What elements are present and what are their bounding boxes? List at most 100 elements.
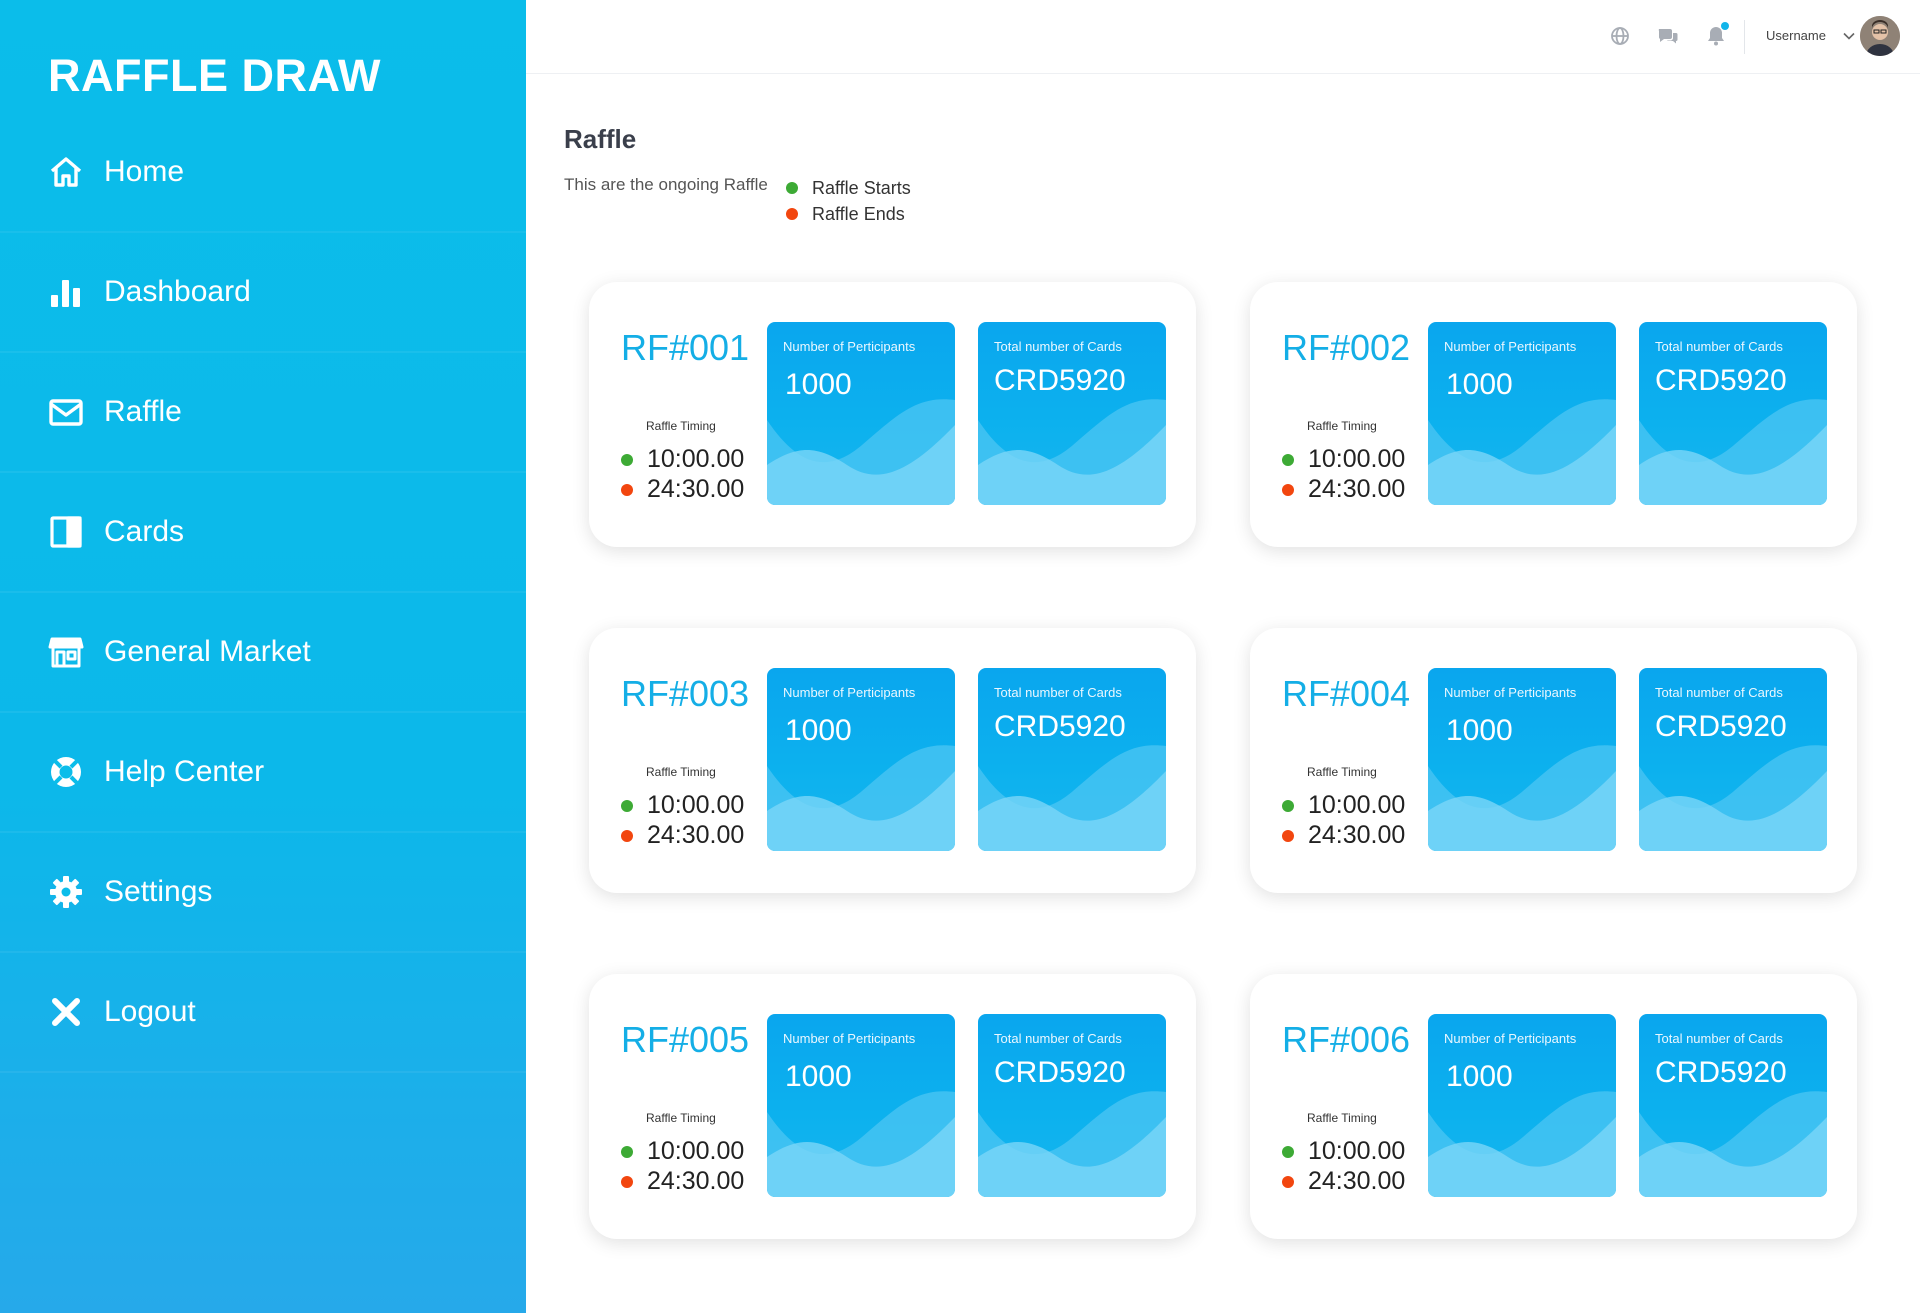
raffle-id: RF#004 bbox=[1282, 673, 1411, 714]
avatar[interactable] bbox=[1860, 16, 1900, 56]
sidebar: RAFFLE DRAW Home Dashboard Raffle Cards bbox=[0, 0, 526, 1313]
end-time-value: 24:30.00 bbox=[1308, 1167, 1406, 1195]
sidebar-item-general-market[interactable]: General Market bbox=[0, 593, 526, 713]
cards-stat-card[interactable]: Total number of Cards CRD5920 bbox=[978, 1014, 1166, 1197]
cards-stat-card[interactable]: Total number of Cards CRD5920 bbox=[978, 668, 1166, 851]
globe-icon[interactable] bbox=[1609, 25, 1631, 47]
raffle-id: RF#003 bbox=[621, 673, 750, 714]
green-dot-icon bbox=[621, 799, 633, 812]
raffle-start-time: 10:00.00 bbox=[621, 791, 744, 820]
wave-decoration bbox=[1428, 399, 1616, 505]
raffle-id: RF#002 bbox=[1282, 327, 1411, 368]
participants-value: 1000 bbox=[1446, 1060, 1513, 1093]
green-dot-icon bbox=[621, 1145, 633, 1158]
raffle-timing-label: Raffle Timing bbox=[1307, 419, 1377, 433]
participants-value: 1000 bbox=[785, 368, 852, 401]
raffle-card[interactable]: RF#003 Raffle Timing 10:00.00 24:30.00 N… bbox=[589, 628, 1196, 893]
sidebar-nav: Home Dashboard Raffle Cards General Mark… bbox=[0, 113, 526, 1073]
raffle-start-time: 10:00.00 bbox=[1282, 445, 1405, 474]
cards-stat-card[interactable]: Total number of Cards CRD5920 bbox=[1639, 668, 1827, 851]
legend: Raffle Starts Raffle Ends bbox=[786, 175, 911, 227]
cards-stat-card[interactable]: Total number of Cards CRD5920 bbox=[1639, 322, 1827, 505]
gear-icon bbox=[48, 874, 84, 910]
participants-stat-card[interactable]: Number of Perticipants 1000 bbox=[1428, 322, 1616, 505]
sidebar-item-cards[interactable]: Cards bbox=[0, 473, 526, 593]
raffle-end-time: 24:30.00 bbox=[1282, 821, 1405, 850]
raffle-id: RF#001 bbox=[621, 327, 750, 368]
raffle-card[interactable]: RF#002 Raffle Timing 10:00.00 24:30.00 N… bbox=[1250, 282, 1857, 547]
divider bbox=[1744, 20, 1745, 54]
participants-stat-card[interactable]: Number of Perticipants 1000 bbox=[767, 322, 955, 505]
cards-value: CRD5920 bbox=[994, 1056, 1126, 1089]
wave-decoration bbox=[978, 1091, 1166, 1197]
legend-end: Raffle Ends bbox=[786, 201, 911, 227]
username[interactable]: Username bbox=[1766, 28, 1826, 43]
store-icon bbox=[48, 634, 84, 670]
wave-decoration bbox=[767, 1091, 955, 1197]
legend-end-label: Raffle Ends bbox=[812, 203, 905, 224]
cards-label: Total number of Cards bbox=[1655, 685, 1783, 700]
green-dot-icon bbox=[1282, 453, 1294, 466]
raffle-timing-label: Raffle Timing bbox=[646, 419, 716, 433]
cards-label: Total number of Cards bbox=[994, 339, 1122, 354]
raffle-start-time: 10:00.00 bbox=[1282, 791, 1405, 820]
cards-value: CRD5920 bbox=[1655, 1056, 1787, 1089]
sidebar-item-dashboard[interactable]: Dashboard bbox=[0, 233, 526, 353]
chevron-down-icon[interactable] bbox=[1842, 29, 1856, 43]
green-dot-icon bbox=[786, 182, 798, 194]
sidebar-item-label: Logout bbox=[104, 995, 196, 1028]
participants-stat-card[interactable]: Number of Perticipants 1000 bbox=[767, 1014, 955, 1197]
raffle-timing-label: Raffle Timing bbox=[1307, 765, 1377, 779]
cards-stat-card[interactable]: Total number of Cards CRD5920 bbox=[978, 322, 1166, 505]
sidebar-item-settings[interactable]: Settings bbox=[0, 833, 526, 953]
start-time-value: 10:00.00 bbox=[1308, 791, 1406, 819]
raffle-end-time: 24:30.00 bbox=[1282, 1167, 1405, 1196]
raffle-end-time: 24:30.00 bbox=[621, 821, 744, 850]
end-time-value: 24:30.00 bbox=[647, 475, 745, 503]
participants-stat-card[interactable]: Number of Perticipants 1000 bbox=[767, 668, 955, 851]
cards-value: CRD5920 bbox=[1655, 710, 1787, 743]
end-time-value: 24:30.00 bbox=[647, 1167, 745, 1195]
participants-stat-card[interactable]: Number of Perticipants 1000 bbox=[1428, 1014, 1616, 1197]
wave-decoration bbox=[1639, 1091, 1827, 1197]
red-dot-icon bbox=[1282, 483, 1294, 496]
sidebar-item-help-center[interactable]: Help Center bbox=[0, 713, 526, 833]
chat-icon[interactable] bbox=[1657, 25, 1679, 47]
raffle-timing-label: Raffle Timing bbox=[1307, 1111, 1377, 1125]
sidebar-item-home[interactable]: Home bbox=[0, 113, 526, 233]
sidebar-item-label: Help Center bbox=[104, 755, 265, 788]
page-subtitle: This are the ongoing Raffle bbox=[564, 175, 768, 194]
cards-value: CRD5920 bbox=[1655, 364, 1787, 397]
start-time-value: 10:00.00 bbox=[647, 445, 745, 473]
participants-label: Number of Perticipants bbox=[1444, 1031, 1577, 1046]
raffle-card[interactable]: RF#005 Raffle Timing 10:00.00 24:30.00 N… bbox=[589, 974, 1196, 1239]
sidebar-item-raffle[interactable]: Raffle bbox=[0, 353, 526, 473]
cards-label: Total number of Cards bbox=[1655, 339, 1783, 354]
legend-start: Raffle Starts bbox=[786, 175, 911, 201]
raffle-start-time: 10:00.00 bbox=[621, 1137, 744, 1166]
red-dot-icon bbox=[786, 208, 798, 220]
sidebar-item-label: General Market bbox=[104, 635, 311, 668]
wave-decoration bbox=[1639, 399, 1827, 505]
raffle-card[interactable]: RF#001 Raffle Timing 10:00.00 24:30.00 N… bbox=[589, 282, 1196, 547]
cards-label: Total number of Cards bbox=[994, 685, 1122, 700]
raffle-card[interactable]: RF#006 Raffle Timing 10:00.00 24:30.00 N… bbox=[1250, 974, 1857, 1239]
start-time-value: 10:00.00 bbox=[647, 791, 745, 819]
cards-stat-card[interactable]: Total number of Cards CRD5920 bbox=[1639, 1014, 1827, 1197]
sidebar-item-logout[interactable]: Logout bbox=[0, 953, 526, 1073]
sidebar-item-label: Raffle bbox=[104, 395, 182, 428]
participants-label: Number of Perticipants bbox=[783, 339, 916, 354]
red-dot-icon bbox=[621, 829, 633, 842]
participants-value: 1000 bbox=[1446, 714, 1513, 747]
wave-decoration bbox=[978, 399, 1166, 505]
green-dot-icon bbox=[1282, 1145, 1294, 1158]
start-time-value: 10:00.00 bbox=[1308, 1137, 1406, 1165]
participants-stat-card[interactable]: Number of Perticipants 1000 bbox=[1428, 668, 1616, 851]
start-time-value: 10:00.00 bbox=[647, 1137, 745, 1165]
end-time-value: 24:30.00 bbox=[1308, 475, 1406, 503]
raffle-card[interactable]: RF#004 Raffle Timing 10:00.00 24:30.00 N… bbox=[1250, 628, 1857, 893]
wave-decoration bbox=[767, 745, 955, 851]
raffle-timing-label: Raffle Timing bbox=[646, 765, 716, 779]
bell-icon[interactable] bbox=[1705, 22, 1729, 47]
participants-value: 1000 bbox=[785, 714, 852, 747]
